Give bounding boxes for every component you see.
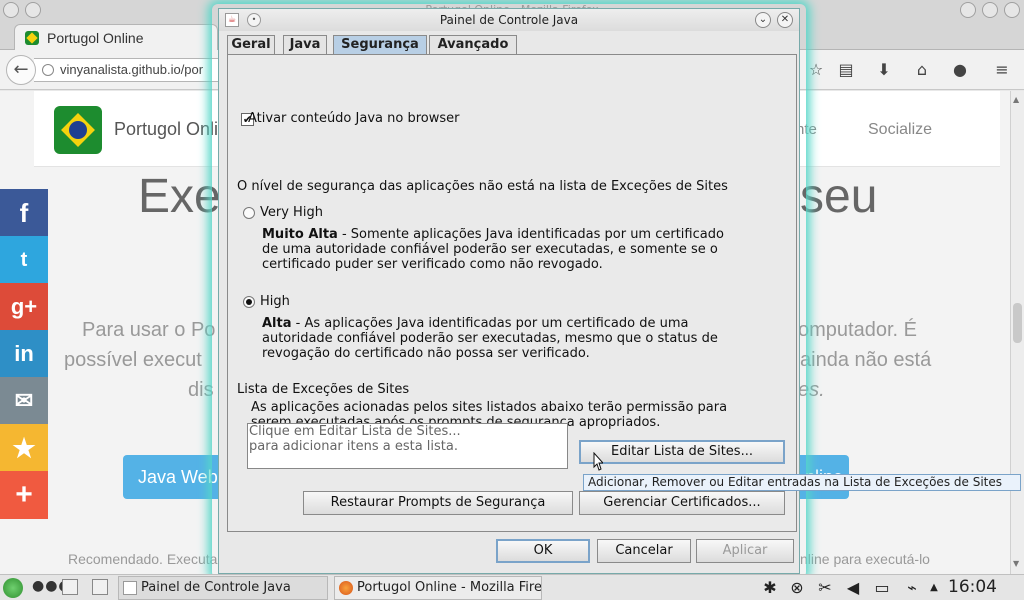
- java-web-button[interactable]: Java Web: [123, 455, 219, 499]
- body-text: Para usar o Po: [82, 319, 216, 341]
- apply-button[interactable]: Aplicar: [696, 539, 794, 563]
- java-coffee-icon: [123, 581, 137, 595]
- exceptions-placeholder-line: para adicionar itens a esta lista.: [249, 439, 458, 454]
- scroll-thumb[interactable]: [1013, 303, 1022, 343]
- url-bar[interactable]: vinyanalista.github.io/por: [34, 58, 224, 82]
- start-menu-button[interactable]: [3, 578, 23, 598]
- scroll-down-icon[interactable]: ▼: [1013, 559, 1019, 568]
- browser-tab-label: Portugol Online: [47, 30, 144, 46]
- power-plug-icon[interactable]: ⌁: [902, 578, 922, 598]
- battery-icon[interactable]: ▭: [870, 578, 894, 598]
- manage-certificates-button[interactable]: Gerenciar Certificados...: [579, 491, 785, 515]
- footer-text: nline para executá-lo: [800, 551, 930, 567]
- very-high-desc-title: Muito Alta: [262, 227, 338, 242]
- very-high-description: Muito Alta - Somente aplicações Java ide…: [262, 227, 724, 272]
- high-desc-line: autoridade confiável poderão ser executa…: [262, 331, 718, 346]
- taskbar-task-label: Painel de Controle Java: [141, 580, 291, 595]
- twitter-share-button[interactable]: t: [0, 236, 48, 284]
- brazil-flag-icon: [25, 31, 39, 45]
- minimize-icon[interactable]: [960, 2, 976, 18]
- maximize-icon[interactable]: [982, 2, 998, 18]
- mouse-pointer-icon: [593, 452, 603, 471]
- more-share-button[interactable]: +: [0, 471, 48, 519]
- very-high-radio[interactable]: [243, 207, 255, 219]
- body-text: possível execut: [64, 349, 202, 371]
- very-high-desc-line: - Somente aplicações Java identificadas …: [337, 227, 724, 242]
- show-desktop-icon[interactable]: [62, 579, 78, 595]
- nav-link-socialize[interactable]: Socialize: [868, 121, 932, 139]
- edit-site-list-button[interactable]: Editar Lista de Sites...: [579, 440, 785, 464]
- very-high-desc-line: de uma autoridade confiável poderão ser …: [262, 242, 718, 257]
- download-icon[interactable]: ⬇: [874, 60, 894, 80]
- dialog-title: Painel de Controle Java: [439, 13, 579, 27]
- tray-expand-icon[interactable]: ▲: [924, 578, 944, 598]
- blocked-icon[interactable]: ⊗: [787, 578, 807, 598]
- tab-geral[interactable]: Geral: [227, 35, 275, 54]
- edit-sites-tooltip: Adicionar, Remover ou Editar entradas na…: [583, 474, 1021, 491]
- very-high-label[interactable]: Very High: [260, 205, 323, 220]
- close-icon[interactable]: [1004, 2, 1020, 18]
- dialog-titlebar[interactable]: ☕ • Painel de Controle Java ⌄ ✕: [219, 9, 799, 31]
- file-manager-icon[interactable]: [92, 579, 108, 595]
- linkedin-share-button[interactable]: in: [0, 330, 48, 378]
- enable-java-label[interactable]: Ativar conteúdo Java no browser: [248, 111, 459, 126]
- globe-icon: [42, 64, 54, 76]
- very-high-desc-line: certificado puder ser verificado como nã…: [262, 257, 603, 272]
- taskbar-task-label: Portugol Online - Mozilla Firefox: [357, 580, 542, 595]
- exceptions-placeholder-line: Clique em Editar Lista de Sites...: [249, 424, 461, 439]
- volume-icon[interactable]: ◀: [843, 578, 863, 598]
- reading-list-icon[interactable]: ▤: [836, 60, 856, 80]
- high-desc-line: revogação do certificado não possa ser v…: [262, 346, 590, 361]
- site-logo[interactable]: [54, 106, 102, 154]
- ok-button[interactable]: OK: [496, 539, 590, 563]
- cancel-button[interactable]: Cancelar: [597, 539, 691, 563]
- facebook-share-button[interactable]: f: [0, 189, 48, 237]
- hamburger-menu-icon[interactable]: ≡: [992, 60, 1012, 80]
- browser-tab[interactable]: Portugol Online: [14, 24, 218, 51]
- scroll-up-icon[interactable]: ▲: [1013, 95, 1019, 104]
- restore-security-prompts-button[interactable]: Restaurar Prompts de Segurança: [303, 491, 573, 515]
- site-title[interactable]: Portugol Onli: [114, 119, 218, 140]
- tab-java[interactable]: Java: [283, 35, 327, 54]
- high-description: Alta - As aplicações Java identificadas …: [262, 316, 718, 361]
- back-button[interactable]: ←: [6, 55, 36, 85]
- tab-avancado[interactable]: Avançado: [429, 35, 517, 54]
- body-text: ainda não está: [800, 349, 932, 371]
- url-text: vinyanalista.github.io/por: [60, 62, 204, 77]
- bug-icon[interactable]: ✱: [760, 578, 780, 598]
- firefox-icon: [339, 581, 353, 595]
- home-icon[interactable]: ⌂: [912, 60, 932, 80]
- favorite-share-button[interactable]: ★: [0, 424, 48, 472]
- exceptions-desc-line: As aplicações acionadas pelos sites list…: [251, 400, 728, 415]
- high-radio[interactable]: [243, 296, 255, 308]
- body-text: dis: [188, 379, 214, 401]
- scissors-icon[interactable]: ✂: [815, 578, 835, 598]
- body-text: omputador. É: [798, 319, 917, 341]
- high-label[interactable]: High: [260, 294, 290, 309]
- tab-seguranca[interactable]: Segurança: [333, 35, 427, 54]
- taskbar: ●●● Painel de Controle Java Portugol Onl…: [0, 574, 1024, 600]
- high-desc-title: Alta: [262, 316, 292, 331]
- page-scrollbar[interactable]: ▲ ▼: [1010, 91, 1024, 574]
- bookmark-star-icon[interactable]: ☆: [806, 60, 826, 80]
- security-level-notice: O nível de segurança das aplicações não …: [237, 179, 728, 194]
- footer-text: Recomendado. Executa: [68, 551, 218, 567]
- site-exceptions-list[interactable]: Clique em Editar Lista de Sites... para …: [247, 423, 568, 469]
- hero-heading-left: Exe: [138, 170, 221, 223]
- taskbar-task-java-panel[interactable]: Painel de Controle Java: [118, 576, 328, 600]
- taskbar-task-firefox[interactable]: Portugol Online - Mozilla Firefox: [334, 576, 542, 600]
- googleplus-share-button[interactable]: g+: [0, 283, 48, 331]
- clock[interactable]: 16:04: [948, 577, 997, 597]
- exceptions-heading: Lista de Exceções de Sites: [237, 382, 410, 397]
- email-share-button[interactable]: ✉: [0, 377, 48, 425]
- hero-heading-right: seu: [800, 170, 878, 223]
- dialog-minimize-icon[interactable]: ⌄: [755, 12, 771, 28]
- chat-icon[interactable]: ●: [950, 60, 970, 80]
- dialog-close-icon[interactable]: ✕: [777, 12, 793, 28]
- high-desc-line: - As aplicações Java identificadas por u…: [291, 316, 689, 331]
